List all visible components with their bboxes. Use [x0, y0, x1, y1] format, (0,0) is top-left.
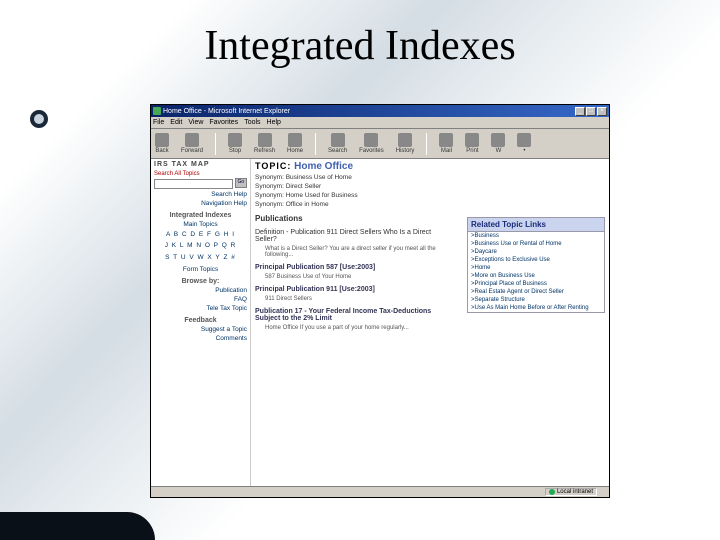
suggest-topic-link[interactable]: Suggest a Topic [154, 326, 247, 333]
slide-corner-decoration [0, 512, 155, 540]
comments-link[interactable]: Comments [154, 335, 247, 342]
search-input[interactable] [154, 179, 233, 189]
refresh-button[interactable]: Refresh [254, 133, 275, 154]
synonym-4: Synonym: Office in Home [255, 201, 605, 208]
alpha-row-3[interactable]: S T U V W X Y Z # [154, 254, 247, 262]
print-button[interactable]: Print [465, 133, 479, 154]
synonym-1: Synonym: Business Use of Home [255, 174, 605, 181]
nav-help-link[interactable]: Navigation Help [154, 200, 247, 207]
pub-17-body: Home Office If you use a part of your ho… [265, 325, 445, 331]
search-help-link[interactable]: Search Help [154, 191, 247, 198]
search-button[interactable]: Search [328, 133, 347, 154]
slide-title: Integrated Indexes [0, 22, 720, 70]
related-separate-structure[interactable]: >Separate Structure [468, 296, 604, 304]
synonym-3: Synonym: Home Used for Business [255, 192, 605, 199]
menu-tools[interactable]: Tools [244, 119, 260, 126]
edit-button[interactable]: W [491, 133, 505, 154]
browse-by-head: Browse by: [154, 278, 247, 285]
home-button[interactable]: Home [287, 133, 303, 154]
forward-button[interactable]: Forward [181, 133, 203, 154]
menu-help[interactable]: Help [267, 119, 281, 126]
toolbar: Back Forward Stop Refresh Home Search Fa… [151, 129, 609, 159]
back-button[interactable]: Back [155, 133, 169, 154]
browse-teletax[interactable]: Tele Tax Topic [154, 305, 247, 312]
main-topics-link[interactable]: Main Topics [154, 221, 247, 228]
sidebar: IRS TAX MAP Search All Topics Go Search … [151, 159, 251, 486]
menubar: File Edit View Favorites Tools Help [151, 117, 609, 129]
synonym-2: Synonym: Direct Seller [255, 183, 605, 190]
ie-icon [153, 107, 161, 115]
related-exceptions[interactable]: >Exceptions to Exclusive Use [468, 256, 604, 264]
pub-definition-body: What is a Direct Seller? You are a direc… [265, 246, 445, 258]
related-business-use-rental[interactable]: >Business Use or Rental of Home [468, 240, 604, 248]
minimize-button[interactable]: _ [575, 107, 585, 116]
pub-587-body: 587 Business Use of Your Home [265, 274, 445, 280]
related-main-home[interactable]: >Use As Main Home Before or After Rentin… [468, 304, 604, 312]
related-more-business-use[interactable]: >More on Business Use [468, 272, 604, 280]
topic-name: Home Office [294, 161, 353, 172]
browser-window: Home Office - Microsoft Internet Explore… [150, 104, 610, 498]
mail-button[interactable]: Mail [439, 133, 453, 154]
stop-button[interactable]: Stop [228, 133, 242, 154]
history-button[interactable]: History [396, 133, 415, 154]
maximize-button[interactable]: □ [586, 107, 596, 116]
zone-icon [549, 489, 555, 495]
security-zone: Local intranet [545, 488, 597, 496]
window-title: Home Office - Microsoft Internet Explore… [163, 108, 290, 115]
menu-file[interactable]: File [153, 119, 164, 126]
menu-favorites[interactable]: Favorites [209, 119, 238, 126]
browse-publication[interactable]: Publication [154, 287, 247, 294]
pub-definition-head[interactable]: Definition - Publication 911 Direct Sell… [255, 229, 445, 243]
favorites-button[interactable]: Favorites [359, 133, 384, 154]
related-topic-links: Related Topic Links >Business >Business … [467, 217, 605, 313]
bullet-icon [30, 110, 48, 128]
feedback-head: Feedback [154, 317, 247, 324]
related-principal-place[interactable]: >Principal Place of Business [468, 280, 604, 288]
close-button[interactable]: × [597, 107, 607, 116]
menu-view[interactable]: View [188, 119, 203, 126]
statusbar: Local intranet [151, 486, 609, 497]
form-topics-link[interactable]: Form Topics [154, 266, 247, 273]
go-button[interactable]: Go [235, 178, 247, 188]
more-button[interactable]: • [517, 133, 531, 154]
pub-17-head[interactable]: Publication 17 - Your Federal Income Tax… [255, 308, 445, 322]
integrated-indexes-head: Integrated Indexes [154, 212, 247, 219]
related-real-estate[interactable]: >Real Estate Agent or Direct Seller [468, 288, 604, 296]
irs-logo: IRS TAX MAP [154, 161, 247, 168]
zone-label: Local intranet [557, 489, 593, 495]
titlebar: Home Office - Microsoft Internet Explore… [151, 105, 609, 117]
pub-587-head[interactable]: Principal Publication 587 [Use:2003] [255, 264, 445, 271]
related-home[interactable]: >Home [468, 264, 604, 272]
alpha-row-2[interactable]: J K L M N O P Q R [154, 242, 247, 250]
topic-label: TOPIC: [255, 161, 291, 171]
related-heading: Related Topic Links [468, 218, 604, 232]
related-daycare[interactable]: >Daycare [468, 248, 604, 256]
pub-911-body: 911 Direct Sellers [265, 296, 445, 302]
menu-edit[interactable]: Edit [170, 119, 182, 126]
pub-911-head[interactable]: Principal Publication 911 [Use:2003] [255, 286, 445, 293]
related-business[interactable]: >Business [468, 232, 604, 240]
browse-faq[interactable]: FAQ [154, 296, 247, 303]
alpha-row-1[interactable]: A B C D E F G H I [154, 231, 247, 239]
main-content: TOPIC: Home Office Synonym: Business Use… [251, 159, 609, 486]
